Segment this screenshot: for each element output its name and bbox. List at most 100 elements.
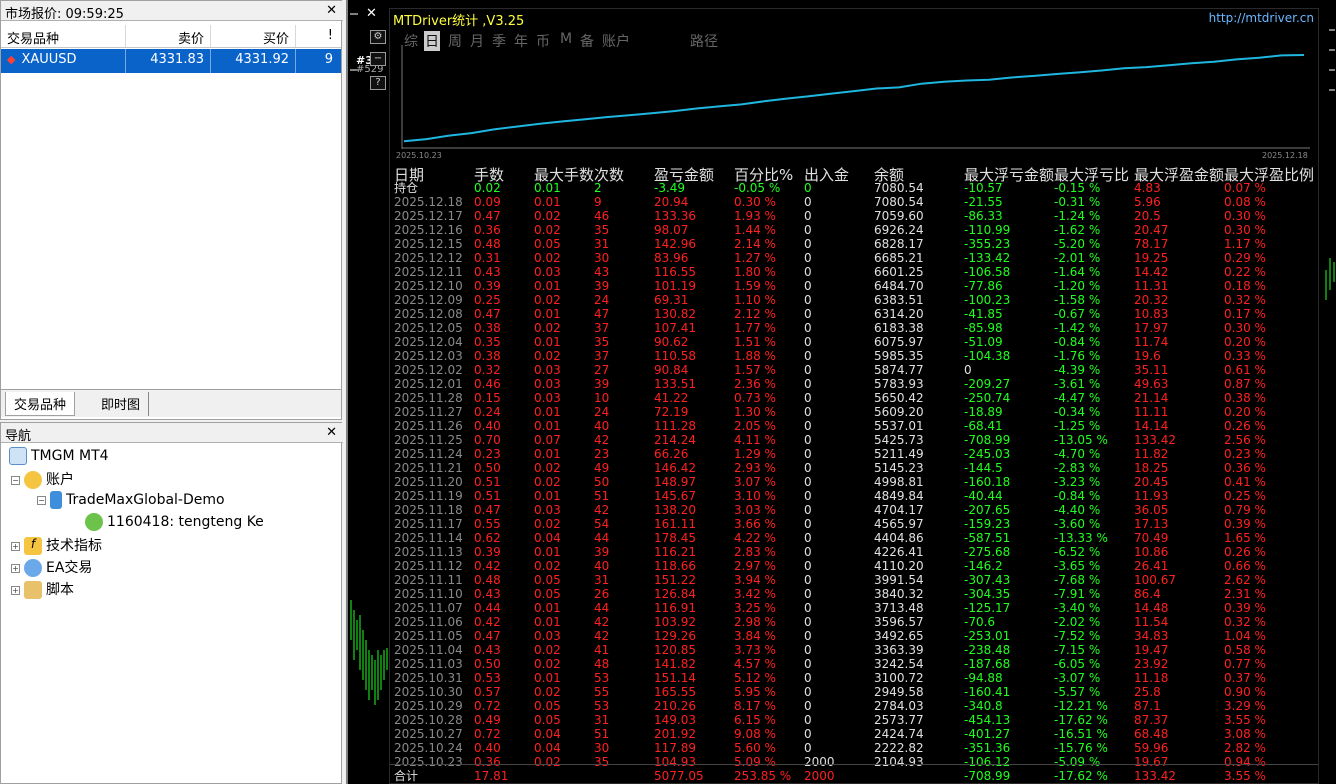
table-row: 2025.11.11 0.48 0.05 31 151.22 3.94 % 0 3991.54… (394, 573, 1314, 587)
column-header-symbol[interactable]: 交易品种 (1, 25, 126, 47)
cell-col-balance: 4998.81 (874, 475, 924, 489)
tree-item-account-server[interactable]: − TradeMaxGlobal-Demo (37, 491, 225, 513)
cell-col-count: 42 (594, 615, 610, 629)
expand-icon[interactable]: + (11, 563, 20, 573)
cell-col-max-float-loss-pct: -7.91 % (1054, 587, 1101, 601)
cell-col-percent: 1.93 % (734, 209, 776, 223)
cell-col-max-lots: 0.03 (534, 391, 561, 405)
cell-col-max-float-loss-pct: -5.57 % (1054, 685, 1101, 699)
cell-col-lots: 0.40 (474, 419, 501, 433)
close-icon[interactable]: ✕ (326, 3, 337, 18)
market-watch-row[interactable]: ◆ XAUUSD 4331.83 4331.92 9 (1, 49, 341, 73)
cell-col-count: 10 (594, 391, 610, 405)
cell-col-date: 2025.11.05 (394, 629, 463, 643)
cell-col-balance: 2222.82 (874, 741, 924, 755)
tree-item-account-user[interactable]: 1160418: tengteng Ke (85, 513, 264, 535)
cell-col-pnl: 120.85 (654, 643, 696, 657)
expand-icon[interactable]: + (11, 541, 20, 551)
cell-col-lots: 0.31 (474, 251, 501, 265)
cell-col-date: 2025.12.15 (394, 237, 463, 251)
cell-col-percent: 3.42 % (734, 587, 776, 601)
cell-col-lots: 0.36 (474, 755, 501, 769)
cell-col-max-float-loss-pct: -3.40 % (1054, 601, 1101, 615)
tab-symbols[interactable]: 交易品种 (5, 392, 76, 416)
minimize-icon[interactable]: − (370, 52, 386, 66)
tab-tick-chart[interactable]: 即时图 (93, 392, 150, 416)
cell-col-pnl: 165.55 (654, 685, 696, 699)
tree-item-accounts[interactable]: − 账户 (11, 469, 74, 491)
collapse-icon[interactable]: − (11, 475, 20, 485)
cell-col-deposit: 0 (804, 195, 812, 209)
cell-col-balance: 3363.39 (874, 643, 924, 657)
cell-col-pnl: 98.07 (654, 223, 689, 237)
table-row: 2025.11.28 0.15 0.03 10 41.22 0.73 % 0 5650.42 -… (394, 391, 1314, 405)
navigator-titlebar: 导航 ✕ (1, 423, 343, 444)
cell-col-balance: 2949.58 (874, 685, 924, 699)
cell-col-percent: 5.95 % (734, 685, 776, 699)
cell-col-max-float-profit: 14.14 (1134, 419, 1169, 433)
stats-total-row: 合计 17.81 5077.05 253.85 % 2000 -708.99 -17.62 … (394, 769, 1314, 783)
tree-label-accounts: 账户 (46, 472, 74, 488)
cell-col-max-float-profit: 11.11 (1134, 405, 1169, 419)
tree-item-root[interactable]: TMGM MT4 (9, 447, 109, 469)
market-watch-header: 交易品种 卖价 买价 ! (1, 25, 341, 48)
cell-col-max-float-loss-pct: -12.21 % (1054, 699, 1108, 713)
cell-col-max-lots: 0.01 (534, 671, 561, 685)
cell-col-max-float-loss-pct: -3.60 % (1054, 517, 1101, 531)
settings-icon[interactable]: ⚙ (370, 30, 386, 44)
cell-col-balance: 7080.54 (874, 181, 924, 195)
table-row: 2025.10.23 0.36 0.02 35 104.93 5.09 % 2000 2104… (394, 755, 1314, 769)
tree-item-scripts[interactable]: + 脚本 (11, 579, 74, 601)
table-row: 2025.11.14 0.62 0.04 44 178.45 4.22 % 0 4404.86… (394, 531, 1314, 545)
cell-col-deposit: 0 (804, 629, 812, 643)
column-header-spread[interactable]: ! (296, 25, 341, 47)
cell-col-pnl: 116.55 (654, 265, 696, 279)
mtdriver-url-link[interactable]: http://mtdriver.cn (1209, 11, 1314, 25)
cell-col-balance: 6075.97 (874, 335, 924, 349)
cell-col-max-float-profit-pct: 3.29 % (1224, 699, 1266, 713)
cell-col-percent: 2.97 % (734, 559, 776, 573)
cell-col-date: 2025.11.11 (394, 573, 463, 587)
close-icon[interactable]: ✕ (326, 425, 337, 440)
close-icon[interactable]: ✕ (366, 6, 377, 21)
server-icon (50, 491, 62, 509)
cell-col-date: 2025.10.23 (394, 755, 463, 769)
expand-icon[interactable]: + (11, 585, 20, 595)
cell-col-deposit: 0 (804, 559, 812, 573)
cell-col-max-float-loss-pct: -4.47 % (1054, 391, 1101, 405)
cell-col-max-float-profit: 78.17 (1134, 237, 1169, 251)
cell-col-percent: 0.30 % (734, 195, 776, 209)
cell-col-date: 2025.10.29 (394, 699, 463, 713)
cell-col-balance: 7080.54 (874, 195, 924, 209)
column-header-ask[interactable]: 买价 (211, 25, 296, 47)
table-row: 2025.11.04 0.43 0.02 41 120.85 3.73 % 0 3363.39… (394, 643, 1314, 657)
table-row: 2025.12.05 0.38 0.02 37 107.41 1.77 % 0 6183.38… (394, 321, 1314, 335)
cell-col-max-float-profit-pct: 0.87 % (1224, 377, 1266, 391)
collapse-icon[interactable]: − (37, 495, 46, 505)
cell-col-count: 42 (594, 433, 610, 447)
table-row: 2025.11.10 0.43 0.05 26 126.84 3.42 % 0 3840.32… (394, 587, 1314, 601)
cell-col-max-float-loss-pct: -6.52 % (1054, 545, 1101, 559)
cell-col-percent: 1.30 % (734, 405, 776, 419)
cell-col-pnl: 146.42 (654, 461, 696, 475)
cell-col-lots: 0.47 (474, 503, 501, 517)
cell-col-percent: 2.98 % (734, 615, 776, 629)
cell-col-max-float-profit-pct: 0.94 % (1224, 755, 1266, 769)
cell-col-max-float-profit-pct: 0.66 % (1224, 559, 1266, 573)
cell-col-max-float-loss: -454.13 (964, 713, 1011, 727)
cell-col-percent: 3.07 % (734, 475, 776, 489)
column-header-bid[interactable]: 卖价 (126, 25, 211, 47)
cell-col-count: 51 (594, 489, 610, 503)
cell-col-lots: 0.43 (474, 265, 501, 279)
tree-item-experts[interactable]: + EA交易 (11, 557, 92, 579)
help-icon[interactable]: ? (370, 76, 386, 90)
cell-col-deposit: 0 (804, 307, 812, 321)
cell-col-max-float-profit: 87.1 (1134, 699, 1161, 713)
cell-col-count: 41 (594, 643, 610, 657)
expert-advisor-icon (24, 559, 42, 577)
cell-col-count: 30 (594, 251, 610, 265)
cell-col-deposit: 0 (804, 475, 812, 489)
tree-label-account-user: 1160418: tengteng Ke (107, 514, 264, 530)
cell-col-date: 2025.11.04 (394, 643, 463, 657)
tree-item-indicators[interactable]: + f 技术指标 (11, 535, 102, 557)
